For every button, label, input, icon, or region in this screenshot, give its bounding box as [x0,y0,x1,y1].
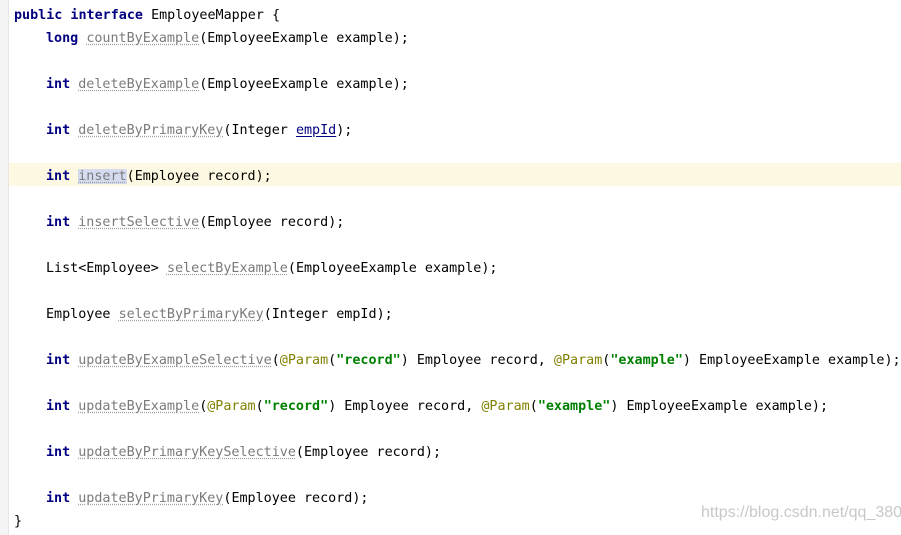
method-name-selected[interactable]: insert [78,169,127,184]
statement-end: ); [392,77,409,92]
return-type: int [46,77,71,92]
return-type: int [46,399,71,414]
statement-end: ); [328,215,345,230]
editor-gutter [0,0,9,535]
code-line-interface-declaration[interactable]: public interface EmployeeMapper { [14,4,901,27]
return-type: int [46,353,71,368]
close-brace: } [14,514,23,529]
code-line-delete-by-primary-key[interactable]: int deleteByPrimaryKey(Integer empId); [14,119,901,142]
method-params: Employee record [231,491,353,506]
statement-end: ); [481,261,498,276]
paren: ( [263,307,272,322]
paren: ( [287,261,296,276]
method-name[interactable]: updateByPrimaryKey [78,491,223,506]
method-name[interactable]: updateByExample [78,399,199,414]
paren: ( [126,169,135,184]
string-literal: "example" [610,353,683,368]
method-name[interactable]: selectByPrimaryKey [119,307,264,322]
method-name[interactable]: updateByPrimaryKeySelective [78,445,296,460]
param-name-empid[interactable]: empId [296,123,336,138]
param-annotation: @Param [207,399,256,414]
method-params: EmployeeExample example [207,77,393,92]
string-literal: "record" [336,353,401,368]
return-type: int [46,491,71,506]
method-name[interactable]: updateByExampleSelective [78,353,271,368]
paren: ( [271,353,280,368]
code-line-select-by-primary-key[interactable]: Employee selectByPrimaryKey(Integer empI… [14,303,901,326]
method-params: Employee record [134,169,256,184]
string-literal: "example" [537,399,611,414]
statement-end: ); [424,445,442,460]
paren: ( [255,399,264,414]
code-line-update-by-example[interactable]: int updateByExample(@Param("record") Emp… [14,395,901,418]
paren: ( [529,399,538,414]
method-params: Integer empId [271,307,377,322]
keyword-modifiers: public interface [14,8,143,23]
method-params: Employee record [303,445,425,460]
code-line-update-by-example-selective[interactable]: int updateByExampleSelective(@Param("rec… [14,349,901,372]
method-params: EmployeeExample example [295,261,482,276]
method-name[interactable]: selectByExample [167,261,288,276]
return-type: List<Employee> [46,261,159,276]
statement-end: ); [376,307,393,322]
statement-end: ); [352,491,369,506]
code-line-insert-selective[interactable]: int insertSelective(Employee record); [14,211,901,234]
code-line-count-by-example[interactable]: long countByExample(EmployeeExample exam… [14,27,901,50]
statement-end: ); [336,123,353,138]
return-type: int [46,123,71,138]
return-type: int [46,169,71,184]
statement-end: ) EmployeeExample example); [682,353,901,368]
open-brace: { [272,8,281,23]
code-line-select-by-example[interactable]: List<Employee> selectByExample(EmployeeE… [14,257,901,280]
method-params: ) Employee record, [400,353,554,368]
method-name[interactable]: deleteByExample [78,77,199,92]
return-type: long [46,31,79,46]
statement-end: ) EmployeeExample example); [610,399,829,414]
param-type: Integer [231,123,296,138]
method-name[interactable]: deleteByPrimaryKey [78,123,223,138]
method-name[interactable]: countByExample [86,31,199,46]
string-literal: "record" [263,399,329,414]
code-line-insert[interactable]: int insert(Employee record); [14,165,901,188]
method-name[interactable]: insertSelective [78,215,199,230]
watermark: https://blog.csdn.net/qq_380 [701,504,901,521]
interface-name[interactable]: EmployeeMapper [151,8,264,23]
statement-end: ); [392,31,409,46]
return-type: Employee [46,307,111,322]
param-annotation: @Param [279,353,329,368]
paren: ( [295,445,304,460]
return-type: int [46,445,71,460]
code-line-update-by-primary-key-selective[interactable]: int updateByPrimaryKeySelective(Employee… [14,441,901,464]
method-params: EmployeeExample example [207,31,393,46]
statement-end: ); [255,169,272,184]
method-params: Employee record [207,215,329,230]
param-annotation: @Param [553,353,603,368]
return-type: int [46,215,71,230]
param-annotation: @Param [481,399,530,414]
code-line-delete-by-example[interactable]: int deleteByExample(EmployeeExample exam… [14,73,901,96]
method-params: ) Employee record, [328,399,482,414]
